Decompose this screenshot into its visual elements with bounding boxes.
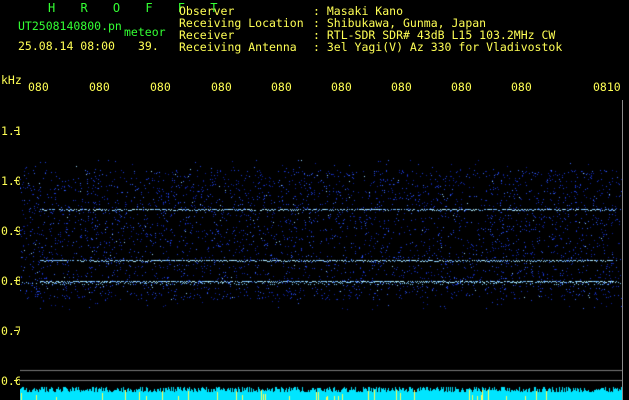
freq-tick-label: 1.0 — [1, 174, 22, 188]
antenna-label: Receiving Antenna — [179, 40, 297, 54]
hrofft-spectrogram-window: H R O F F T UT2508140800.pn meteor 25.08… — [0, 0, 629, 400]
meteor-label: meteor — [124, 25, 166, 39]
freq-tick-mark — [14, 180, 18, 181]
time-tick-label: 080 — [511, 80, 532, 94]
time-tick-label: 080 — [331, 80, 352, 94]
freq-tick-label: 1.1 — [1, 124, 22, 138]
vertical-frame-line — [622, 100, 623, 400]
antenna-value: : 3el Yagi(V) Az 330 for Vladivostok — [313, 40, 563, 54]
freq-tick-label: 0.7 — [1, 324, 22, 338]
freq-tick-label: 0.8 — [1, 274, 22, 288]
spectrogram-canvas — [20, 100, 622, 400]
freq-tick-label: 0.9 — [1, 224, 22, 238]
time-tick-label: 080 — [211, 80, 232, 94]
time-tick-label: 080 — [89, 80, 110, 94]
timestamp: 25.08.14 08:00 — [18, 39, 115, 53]
time-tick-label: 080 — [271, 80, 292, 94]
freq-tick-mark — [14, 130, 18, 131]
image-filename: UT2508140800.pn — [18, 19, 122, 33]
y-axis-unit: kHz — [1, 73, 22, 87]
freq-tick-mark — [14, 280, 18, 281]
time-tick-label: 080 — [150, 80, 171, 94]
freq-tick-mark — [14, 230, 18, 231]
freq-tick-mark — [14, 330, 18, 331]
time-tick-label: 080 — [28, 80, 49, 94]
freq-tick-mark — [14, 380, 18, 381]
meteor-count: 39. — [138, 39, 159, 53]
time-tick-label: 080 — [451, 80, 472, 94]
time-tick-label: 0810 — [593, 80, 621, 94]
time-tick-label: 080 — [391, 80, 412, 94]
freq-tick-label: 0.6 — [1, 374, 22, 388]
